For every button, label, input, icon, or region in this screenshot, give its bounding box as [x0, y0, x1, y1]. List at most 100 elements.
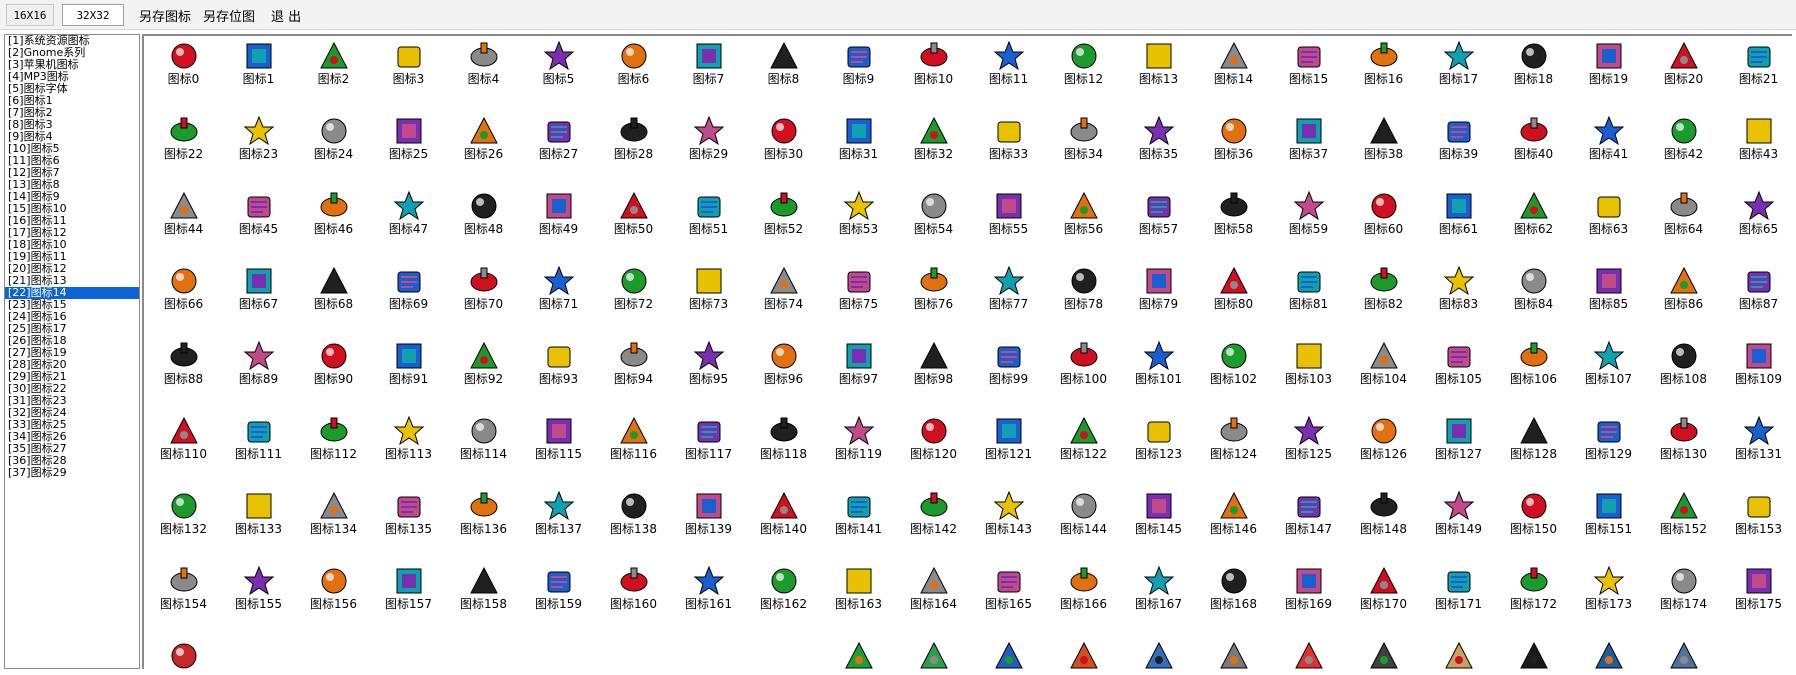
icon-cell[interactable]: 图标97 [821, 336, 896, 408]
icon-cell[interactable]: 图标170 [1346, 561, 1421, 633]
icon-cell[interactable]: 图标36 [1196, 111, 1271, 183]
icon-cell[interactable]: 图标89 [221, 336, 296, 408]
icon-cell[interactable]: 图标114 [446, 411, 521, 483]
icon-cell[interactable]: 图标152 [1646, 486, 1721, 558]
icon-cell[interactable]: 图标68 [296, 261, 371, 333]
icon-cell[interactable] [1646, 636, 1721, 669]
icon-cell[interactable]: 图标101 [1121, 336, 1196, 408]
icon-cell[interactable]: 图标145 [1121, 486, 1196, 558]
icon-cell[interactable]: 图标71 [521, 261, 596, 333]
icon-cell[interactable] [896, 636, 971, 669]
icon-cell[interactable]: 图标53 [821, 186, 896, 258]
icon-cell[interactable]: 图标28 [596, 111, 671, 183]
icon-cell[interactable]: 图标65 [1721, 186, 1792, 258]
icon-cell[interactable]: 图标132 [146, 486, 221, 558]
icon-cell[interactable]: 图标104 [1346, 336, 1421, 408]
icon-cell[interactable]: 图标137 [521, 486, 596, 558]
icon-cell[interactable]: 图标47 [371, 186, 446, 258]
icon-cell[interactable]: 图标73 [671, 261, 746, 333]
icon-cell[interactable]: 图标125 [1271, 411, 1346, 483]
icon-cell[interactable]: 图标11 [971, 36, 1046, 108]
icon-cell[interactable]: 图标105 [1421, 336, 1496, 408]
icon-cell[interactable]: 图标153 [1721, 486, 1792, 558]
icon-cell[interactable]: 图标25 [371, 111, 446, 183]
icon-cell[interactable]: 图标31 [821, 111, 896, 183]
icon-cell[interactable]: 图标144 [1046, 486, 1121, 558]
icon-cell[interactable]: 图标74 [746, 261, 821, 333]
icon-cell[interactable] [1196, 636, 1271, 669]
icon-category-list[interactable]: [1]系统资源图标 [2]Gnome系列 [3]苹果机图标 [4]MP3图标 [5]图标… [4, 34, 140, 669]
icon-cell[interactable]: 图标92 [446, 336, 521, 408]
icon-cell[interactable]: 图标69 [371, 261, 446, 333]
icon-cell[interactable]: 图标159 [521, 561, 596, 633]
icon-cell[interactable]: 图标162 [746, 561, 821, 633]
icon-cell[interactable]: 图标107 [1571, 336, 1646, 408]
icon-cell[interactable]: 图标8 [746, 36, 821, 108]
icon-cell[interactable] [1346, 636, 1421, 669]
icon-cell[interactable]: 图标109 [1721, 336, 1792, 408]
icon-cell[interactable]: 图标44 [146, 186, 221, 258]
icon-cell[interactable]: 图标5 [521, 36, 596, 108]
icon-cell[interactable]: 图标54 [896, 186, 971, 258]
icon-cell[interactable]: 图标24 [296, 111, 371, 183]
icon-cell[interactable] [821, 636, 896, 669]
icon-cell[interactable]: 图标57 [1121, 186, 1196, 258]
icon-cell[interactable]: 图标120 [896, 411, 971, 483]
icon-cell[interactable]: 图标118 [746, 411, 821, 483]
icon-cell[interactable]: 图标2 [296, 36, 371, 108]
icon-cell[interactable]: 图标14 [1196, 36, 1271, 108]
icon-cell[interactable]: 图标139 [671, 486, 746, 558]
icon-cell[interactable]: 图标42 [1646, 111, 1721, 183]
icon-cell[interactable]: 图标0 [146, 36, 221, 108]
icon-cell[interactable]: 图标48 [446, 186, 521, 258]
icon-cell[interactable]: 图标88 [146, 336, 221, 408]
icon-cell[interactable]: 图标175 [1721, 561, 1792, 633]
icon-cell[interactable]: 图标111 [221, 411, 296, 483]
icon-cell[interactable]: 图标112 [296, 411, 371, 483]
icon-cell[interactable]: 图标80 [1196, 261, 1271, 333]
icon-cell[interactable]: 图标102 [1196, 336, 1271, 408]
icon-cell[interactable]: 图标4 [446, 36, 521, 108]
icon-cell[interactable]: 图标134 [296, 486, 371, 558]
icon-cell[interactable]: 图标29 [671, 111, 746, 183]
icon-cell[interactable]: 图标143 [971, 486, 1046, 558]
icon-cell[interactable]: 图标98 [896, 336, 971, 408]
icon-cell[interactable]: 图标72 [596, 261, 671, 333]
icon-cell[interactable]: 图标117 [671, 411, 746, 483]
save-bitmap-button[interactable]: 另存位图 [203, 6, 255, 25]
icon-cell[interactable]: 图标60 [1346, 186, 1421, 258]
icon-cell[interactable]: 图标115 [521, 411, 596, 483]
icon-cell[interactable] [1271, 636, 1346, 669]
icon-cell[interactable]: 图标168 [1196, 561, 1271, 633]
icon-cell[interactable]: 图标123 [1121, 411, 1196, 483]
icon-cell[interactable]: 图标151 [1571, 486, 1646, 558]
icon-cell[interactable]: 图标86 [1646, 261, 1721, 333]
icon-cell[interactable]: 图标67 [221, 261, 296, 333]
icon-cell[interactable]: 图标169 [1271, 561, 1346, 633]
icon-cell[interactable]: 图标52 [746, 186, 821, 258]
icon-cell[interactable]: 图标133 [221, 486, 296, 558]
icon-cell[interactable]: 图标158 [446, 561, 521, 633]
icon-cell[interactable]: 图标106 [1496, 336, 1571, 408]
icon-cell[interactable]: 图标51 [671, 186, 746, 258]
icon-cell[interactable]: 图标147 [1271, 486, 1346, 558]
icon-cell[interactable]: 图标156 [296, 561, 371, 633]
icon-cell[interactable]: 图标167 [1121, 561, 1196, 633]
icon-cell[interactable]: 图标119 [821, 411, 896, 483]
icon-cell[interactable]: 图标45 [221, 186, 296, 258]
icon-cell[interactable]: 图标33 [971, 111, 1046, 183]
icon-cell[interactable]: 图标21 [1721, 36, 1792, 108]
icon-cell[interactable]: 图标142 [896, 486, 971, 558]
icon-cell[interactable]: 图标9 [821, 36, 896, 108]
icon-cell[interactable]: 图标27 [521, 111, 596, 183]
icon-cell[interactable]: 图标93 [521, 336, 596, 408]
icon-cell[interactable]: 图标136 [446, 486, 521, 558]
icon-cell[interactable]: 图标149 [1421, 486, 1496, 558]
icon-cell[interactable]: 图标129 [1571, 411, 1646, 483]
icon-cell[interactable]: 图标41 [1571, 111, 1646, 183]
icon-cell[interactable]: 图标174 [1646, 561, 1721, 633]
icon-cell[interactable]: 图标39 [1421, 111, 1496, 183]
icon-cell[interactable]: 图标61 [1421, 186, 1496, 258]
icon-cell[interactable]: 图标17 [1421, 36, 1496, 108]
size-16-button[interactable]: 16X16 [6, 4, 54, 26]
